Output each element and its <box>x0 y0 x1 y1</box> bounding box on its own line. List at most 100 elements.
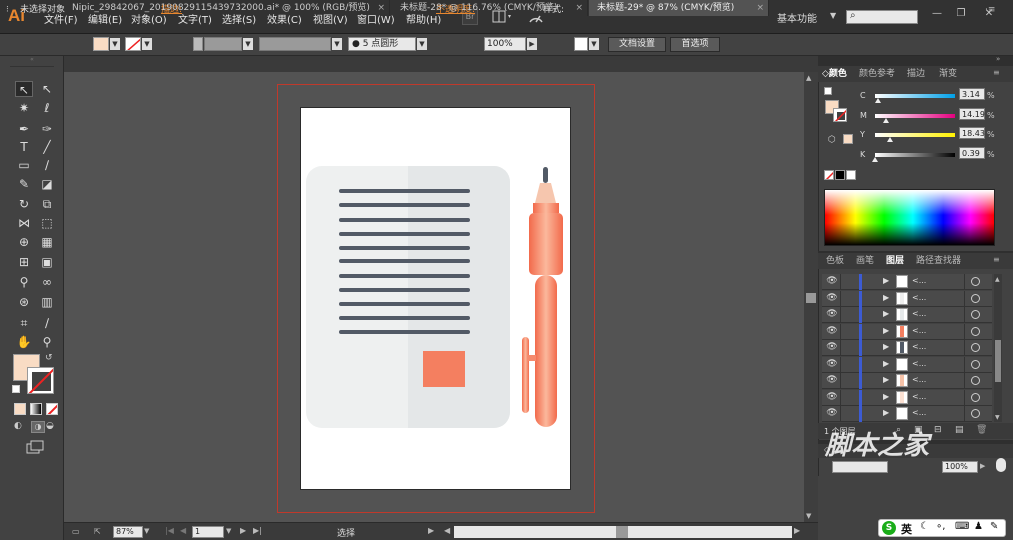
pen-illustration[interactable] <box>518 165 564 430</box>
layer-name[interactable]: <... <box>912 375 926 384</box>
ime-logo-icon[interactable]: S <box>882 521 896 535</box>
opacity-input[interactable]: 100% <box>484 37 526 51</box>
color-mode-icon[interactable] <box>14 403 26 415</box>
tab-layers[interactable]: 图层 <box>886 253 904 269</box>
status-mode[interactable]: 选择 <box>337 526 355 539</box>
none-swatch[interactable] <box>824 170 834 180</box>
minimize-button[interactable]: — <box>926 7 948 21</box>
black-slider[interactable] <box>875 153 955 157</box>
default-fill-stroke-icon[interactable] <box>824 87 832 95</box>
close-icon[interactable]: × <box>575 0 583 16</box>
layers-scroll-down-icon[interactable]: ▼ <box>995 414 1000 421</box>
yellow-value[interactable]: 18.43 <box>959 127 985 139</box>
scroll-up-icon[interactable]: ▲ <box>806 74 811 82</box>
layers-menu-icon[interactable]: ≡ <box>993 255 1000 264</box>
ime-language[interactable]: 英 <box>901 521 912 537</box>
free-transform-tool-icon[interactable]: ⬚ <box>38 215 56 231</box>
layer-name[interactable]: <... <box>912 326 926 335</box>
tab-untitled-29[interactable]: 未标题-29* @ 87% (CMYK/预览) × <box>589 0 769 16</box>
stroke-weight-stepper[interactable] <box>193 37 203 51</box>
default-colors-icon[interactable] <box>12 385 20 393</box>
fill-swatch[interactable] <box>93 37 109 51</box>
zoom-input[interactable]: 87% <box>113 526 143 538</box>
page-input[interactable]: 1 <box>192 526 224 538</box>
target-icon[interactable] <box>971 277 980 286</box>
ime-keyboard-icon[interactable]: ⌨ <box>955 521 969 532</box>
ime-punctuation-icon[interactable]: ∘, <box>936 521 945 532</box>
target-icon[interactable] <box>971 326 980 336</box>
layer-name[interactable]: <... <box>912 309 926 318</box>
page-dropdown-icon[interactable]: ▼ <box>226 527 231 535</box>
eye-icon[interactable]: 👁 <box>826 276 838 288</box>
target-icon[interactable] <box>971 359 980 369</box>
eye-icon[interactable]: 👁 <box>826 326 838 338</box>
width-tool-icon[interactable]: ⋈ <box>15 215 33 231</box>
zoom-tool-icon[interactable]: ⚲ <box>38 334 56 350</box>
eye-icon[interactable]: 👁 <box>826 375 838 387</box>
out-of-gamut-icon[interactable]: ⬡ <box>828 135 836 145</box>
gradient-mode-icon[interactable] <box>30 403 42 415</box>
new-layer-icon[interactable]: ▤ <box>955 425 964 435</box>
stroke-swatch[interactable] <box>125 37 141 51</box>
expand-arrow-icon[interactable]: ▶ <box>883 326 889 335</box>
layer-row[interactable]: 👁 ▶ <... <box>822 290 992 307</box>
yellow-slider-thumb[interactable] <box>886 137 893 142</box>
artboard-tool-icon[interactable]: ⌗ <box>15 315 33 331</box>
screen-mode-icon[interactable] <box>26 440 44 454</box>
tab-gradient[interactable]: 渐变 <box>939 66 957 82</box>
layer-name[interactable]: <... <box>912 342 926 351</box>
zoom-out-icon[interactable]: ▭ <box>72 527 86 537</box>
preferences-button[interactable]: 首选项 <box>670 37 720 52</box>
column-graph-tool-icon[interactable]: ▥ <box>38 294 56 310</box>
selection-tool-icon[interactable]: ↖ <box>15 81 33 97</box>
pen-tool-icon[interactable]: ✒ <box>15 121 33 137</box>
slice-tool-icon[interactable]: ∕ <box>38 315 56 331</box>
vertical-scroll-thumb[interactable] <box>806 293 816 303</box>
curvature-tool-icon[interactable]: ✑ <box>38 121 56 137</box>
panel-stroke-swatch[interactable] <box>833 108 847 122</box>
eraser-tool-icon[interactable]: ◪ <box>38 176 56 192</box>
stroke-weight-input[interactable] <box>204 37 242 51</box>
lasso-tool-icon[interactable]: ℓ <box>38 100 56 116</box>
layers-scroll-up-icon[interactable]: ▲ <box>995 276 1000 283</box>
hand-tool-icon[interactable]: ✋ <box>15 334 33 350</box>
tab-stroke[interactable]: 描边 <box>907 66 925 82</box>
cyan-slider-thumb[interactable] <box>874 98 881 103</box>
layer-row[interactable]: 👁 ▶ <... <box>822 274 992 290</box>
expand-arrow-icon[interactable]: ▶ <box>883 375 889 384</box>
magenta-value[interactable]: 14.19 <box>959 108 985 120</box>
layer-row[interactable]: 👁 ▶ <... <box>822 373 992 389</box>
layer-row[interactable]: 👁 ▶ <... <box>822 340 992 356</box>
panel-menu-icon[interactable]: ≡ <box>993 68 1000 77</box>
expand-arrow-icon[interactable]: ▶ <box>883 276 889 285</box>
color-spectrum[interactable] <box>824 189 995 246</box>
target-icon[interactable] <box>971 343 980 352</box>
stroke-dropdown-icon[interactable]: ▼ <box>142 38 152 50</box>
horizontal-scroll-thumb[interactable] <box>616 526 628 538</box>
opacity-arrow-icon[interactable]: ▶ <box>527 38 537 50</box>
tab-swatches[interactable]: 色板 <box>826 253 844 269</box>
target-icon[interactable] <box>971 409 980 418</box>
scale-tool-icon[interactable]: ⧉ <box>38 196 56 212</box>
layer-row[interactable]: 👁 ▶ <... <box>822 356 992 373</box>
target-icon[interactable] <box>971 376 980 385</box>
black-slider-thumb[interactable] <box>872 157 879 162</box>
shape-builder-tool-icon[interactable]: ⊕ <box>15 234 33 250</box>
help-search-input[interactable]: ⌕ <box>846 10 918 24</box>
cyan-value[interactable]: 3.14 <box>959 88 985 100</box>
close-icon[interactable]: × <box>756 0 764 16</box>
tab-nipic[interactable]: Nipic_29842067_20190829115439732000.ai* … <box>64 0 390 16</box>
layer-row[interactable]: 👁 ▶ <... <box>822 307 992 323</box>
brush-dropdown-icon[interactable]: ▼ <box>417 38 427 50</box>
layer-name[interactable]: <... <box>912 408 926 417</box>
panel-menu-icon[interactable]: ·≡ <box>985 3 995 18</box>
eye-icon[interactable]: 👁 <box>826 359 838 371</box>
stroke-weight-dropdown-icon[interactable]: ▼ <box>243 38 253 50</box>
target-icon[interactable] <box>971 310 980 319</box>
status-arrow-icon[interactable]: ▶ <box>428 526 434 535</box>
scroll-right-icon[interactable]: ▶ <box>794 526 800 535</box>
tab-pathfinder[interactable]: 路径查找器 <box>916 253 961 269</box>
layer-name[interactable]: <... <box>912 392 926 401</box>
layer-row[interactable]: 👁 ▶ <... <box>822 406 992 422</box>
cyan-slider[interactable] <box>875 94 955 98</box>
